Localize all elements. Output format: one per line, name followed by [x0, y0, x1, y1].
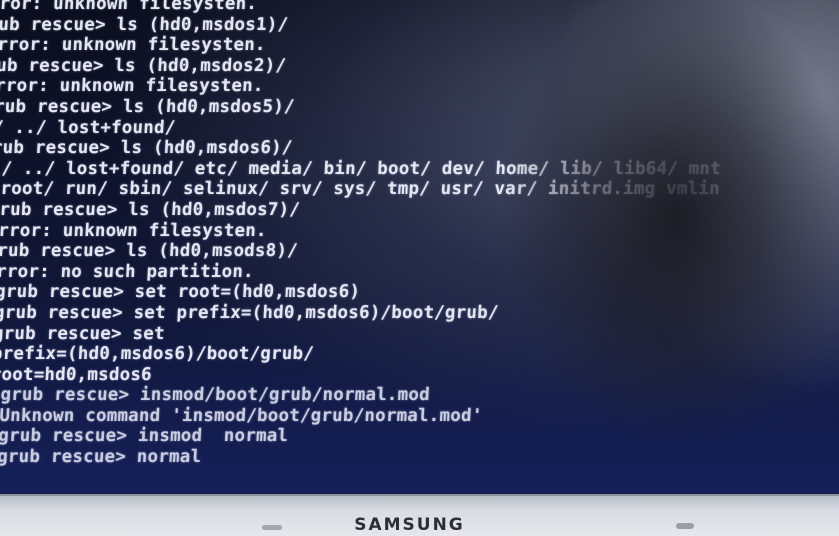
console-line: grub rescue> set prefix=(hd0,msdos6)/boo… — [0, 302, 500, 323]
console-line: ub rescue> ls (hd0,msdos2)/ — [0, 55, 287, 76]
console-line: grub rescue> ls (hd0,msdos7)/ — [0, 199, 301, 220]
photo: ror: unknown filesysten. ub rescue> ls (… — [0, 0, 839, 536]
console-line: rror: unknown filesysten. — [0, 35, 267, 56]
console-line: grub rescue> insmod normal — [0, 426, 289, 447]
console-line: rub rescue> ls (hd0,msdos6)/ — [0, 138, 294, 159]
console-line: ror: unknown filesysten. — [0, 0, 258, 14]
console-line: / ../ lost+found/ — [0, 117, 177, 138]
console-line: rror: unknown filesysten. — [0, 76, 265, 97]
console-line: root/ run/ sbin/ selinux/ srv/ sys/ tmp/… — [0, 179, 721, 200]
console-line: prefix=(hd0,msdos6)/boot/grub/ — [0, 344, 315, 365]
console-line: grub rescue> set root=(hd0,msdos6) — [0, 282, 361, 303]
console-line: error: no such partition. — [0, 261, 255, 282]
console-line: Unknown command 'insmod/boot/grub/normal… — [0, 405, 484, 426]
laptop-screen: ror: unknown filesysten. ub rescue> ls (… — [0, 0, 839, 500]
console-line: rub rescue> ls (hd0,msdos5)/ — [0, 96, 296, 117]
brand-logo: SAMSUNG — [354, 515, 465, 535]
console-line: error: unknown filesysten. — [0, 220, 268, 241]
console-line: / ../ lost+found/ etc/ media/ bin/ boot/… — [0, 158, 722, 179]
console-line: ub rescue> ls (hd0,msdos1)/ — [0, 14, 289, 35]
console-line: grub rescue> ls (hd0,msods8)/ — [0, 241, 299, 262]
indicator-light — [676, 523, 694, 529]
console-line: root=hd0,msdos6 — [0, 364, 153, 385]
console-line: grub rescue> insmod/boot/grub/normal.mod — [0, 385, 431, 406]
grub-rescue-console: ror: unknown filesysten. ub rescue> ls (… — [0, 0, 730, 468]
console-line: grub rescue> set — [0, 323, 166, 344]
console-line: grub rescue> normal — [0, 447, 202, 468]
